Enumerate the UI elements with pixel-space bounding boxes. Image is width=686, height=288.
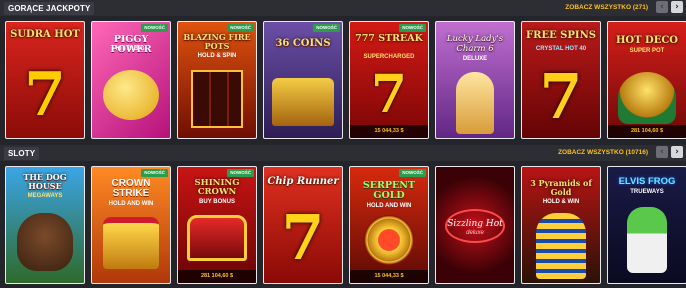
game-tile-sudra-hot[interactable]: SUDRA HOT 7 xyxy=(5,21,85,139)
game-subtitle: HOLD & WIN xyxy=(542,199,580,205)
game-tile-piggy-power[interactable]: NOWOŚĆ PIGGY POWER HIT IT BIG! xyxy=(91,21,171,139)
game-tile-36-coins[interactable]: NOWOŚĆ 36 COINS xyxy=(263,21,343,139)
crown-icon xyxy=(187,215,247,261)
game-logo: FREE SPINS xyxy=(526,30,596,41)
game-tile-sizzling-hot[interactable]: Sizzling Hot deluxe xyxy=(435,166,515,284)
new-badge: NOWOŚĆ xyxy=(399,169,426,177)
game-subtitle: HIT IT BIG! xyxy=(115,46,147,52)
game-subtitle: SUPERCHARGED xyxy=(363,54,415,60)
jackpot-amount: 15 044,33 $ xyxy=(350,125,428,138)
game-logo: SERPENT GOLD xyxy=(362,180,416,201)
game-tile-blazing-fire-pots[interactable]: NOWOŚĆ BLAZING FIRE POTS HOLD & SPIN xyxy=(177,21,257,139)
slots-section-title: SLOTY xyxy=(4,147,40,160)
new-badge: NOWOŚĆ xyxy=(399,24,426,32)
jackpot-amount: 15 044,33 $ xyxy=(350,270,428,283)
treasure-chest-icon xyxy=(272,78,334,126)
game-logo: THE DOG HOUSE xyxy=(23,172,67,191)
seven-icon: 7 xyxy=(539,60,583,133)
game-logo: SUDRA HOT xyxy=(10,29,80,40)
game-tile-crown-strike[interactable]: NOWOŚĆ CROWN STRIKE HOLD AND WIN xyxy=(91,166,171,284)
game-tile-hot-deco[interactable]: HOT DECO SUPER POT 281 104,60 $ xyxy=(607,21,686,139)
piggy-bank-icon xyxy=(103,70,159,120)
game-logo: ELVIS FROG xyxy=(618,176,676,187)
game-tile-shining-crown[interactable]: NOWOŚĆ SHINING CROWN BUY BONUS 281 104,6… xyxy=(177,166,257,284)
game-subtitle: TRUEWAYS xyxy=(630,189,664,195)
game-tile-the-dog-house[interactable]: THE DOG HOUSE MEGAWAYS xyxy=(5,166,85,284)
game-subtitle: MEGAWAYS xyxy=(27,193,63,199)
jackpot-amount: 281 104,60 $ xyxy=(178,270,256,283)
new-badge: NOWOŚĆ xyxy=(141,169,168,177)
lady-character-icon xyxy=(456,72,494,134)
seven-icon: 7 xyxy=(24,60,66,130)
game-logo: Chip Runner xyxy=(267,176,339,187)
game-subtitle: HOLD & SPIN xyxy=(197,53,237,59)
game-tile-chip-runner[interactable]: Chip Runner 7 xyxy=(263,166,343,284)
game-subtitle: SUPER POT xyxy=(629,48,665,54)
new-badge: NOWOŚĆ xyxy=(227,169,254,177)
game-logo: Lucky Lady's Charm 6 xyxy=(446,34,504,54)
seven-icon: 7 xyxy=(281,201,325,274)
game-tile-3-pyramids-of-gold[interactable]: 3 Pyramids of Gold HOLD & WIN xyxy=(521,166,601,284)
jackpots-section-title: GORĄCE JACKPOTY xyxy=(4,2,95,15)
coin-pot-icon xyxy=(618,72,676,124)
new-badge: NOWOŚĆ xyxy=(313,24,340,32)
game-subtitle: CRYSTAL HOT 40 xyxy=(535,46,587,52)
game-logo: CROWN STRIKE xyxy=(111,178,151,199)
slot-reels-icon xyxy=(191,70,243,128)
game-logo: 3 Pyramids of Gold xyxy=(530,178,592,197)
game-logo: BLAZING FIRE POTS xyxy=(183,32,251,51)
crown-icon xyxy=(103,217,159,269)
game-tile-lucky-ladys-charm[interactable]: Lucky Lady's Charm 6 DELUXE xyxy=(435,21,515,139)
seven-icon: 7 xyxy=(370,64,408,125)
jackpot-amount: 281 104,60 $ xyxy=(608,125,686,138)
game-tile-free-spins[interactable]: FREE SPINS CRYSTAL HOT 40 7 xyxy=(521,21,601,139)
serpent-coin-icon xyxy=(364,215,414,265)
jackpots-see-all-link[interactable]: ZOBACZ WSZYSTKO (271) xyxy=(520,3,648,13)
game-subtitle: HOLD AND WIN xyxy=(108,201,154,207)
game-tile-elvis-frog[interactable]: ELVIS FROG TRUEWAYS xyxy=(607,166,686,284)
jackpots-next-arrow-icon[interactable]: › xyxy=(671,1,683,13)
game-subtitle: deluxe xyxy=(466,230,484,236)
game-logo: 777 STREAK xyxy=(355,33,423,44)
pharaoh-mask-icon xyxy=(536,213,586,279)
new-badge: NOWOŚĆ xyxy=(227,24,254,32)
game-logo: SHINING CROWN xyxy=(194,178,240,197)
frog-character-icon xyxy=(627,207,667,273)
new-badge: NOWOŚĆ xyxy=(141,24,168,32)
slots-see-all-link[interactable]: ZOBACZ WSZYSTKO (10716) xyxy=(520,148,648,158)
game-logo: HOT DECO xyxy=(615,35,679,46)
game-subtitle: DELUXE xyxy=(462,56,488,62)
slots-prev-arrow-icon[interactable]: ‹ xyxy=(656,146,668,158)
game-subtitle: BUY BONUS xyxy=(199,199,235,205)
dog-character-icon xyxy=(17,213,73,271)
game-logo: 36 COINS xyxy=(275,38,331,49)
game-tile-777-streak[interactable]: NOWOŚĆ 777 STREAK SUPERCHARGED 7 15 044,… xyxy=(349,21,429,139)
game-subtitle: HOLD AND WIN xyxy=(366,203,412,209)
slots-next-arrow-icon[interactable]: › xyxy=(671,146,683,158)
game-tile-serpent-gold[interactable]: NOWOŚĆ SERPENT GOLD HOLD AND WIN 15 044,… xyxy=(349,166,429,284)
jackpots-prev-arrow-icon[interactable]: ‹ xyxy=(656,1,668,13)
game-logo: Sizzling Hot xyxy=(447,219,503,229)
